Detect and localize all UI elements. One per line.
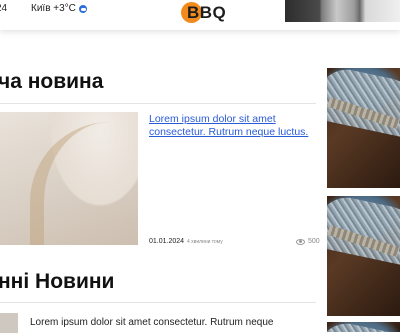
site-logo[interactable]: BBQ	[181, 0, 226, 26]
article-views: 500	[296, 238, 320, 245]
article-image[interactable]	[0, 112, 138, 245]
time: 24	[0, 3, 8, 14]
article-link[interactable]: Lorem ipsum dolor sit amet consectetur. …	[149, 113, 319, 139]
divider	[0, 302, 316, 303]
section-title-main-news: ча новина	[0, 70, 104, 93]
divider	[0, 103, 316, 104]
article-link-line2: consectetur. Rutrum neque luctus.	[149, 126, 309, 138]
cloud-icon	[78, 4, 87, 13]
weather[interactable]: Київ +3°C	[31, 3, 87, 14]
news-snippet[interactable]: Lorem ipsum dolor sit amet consectetur. …	[30, 317, 273, 328]
header-banner-image[interactable]	[285, 0, 400, 22]
article-link-line1: Lorem ipsum dolor sit amet	[149, 113, 276, 125]
eye-icon	[296, 238, 305, 245]
logo-text: BBQ	[187, 3, 227, 22]
top-bar: 24 Київ +3°C BBQ	[0, 0, 400, 30]
section-title-latest-news: нні Новини	[0, 270, 115, 293]
article-date: 01.01.2024	[149, 238, 185, 245]
side-article-thumbnail[interactable]	[327, 196, 400, 316]
news-thumbnail[interactable]	[0, 313, 18, 333]
side-article-thumbnail[interactable]	[327, 68, 400, 188]
weather-text: Київ +3°C	[31, 3, 76, 14]
article-time-ago: 4 хвилини тому	[187, 239, 223, 245]
side-article-thumbnail[interactable]	[327, 322, 400, 332]
views-count: 500	[308, 238, 320, 245]
